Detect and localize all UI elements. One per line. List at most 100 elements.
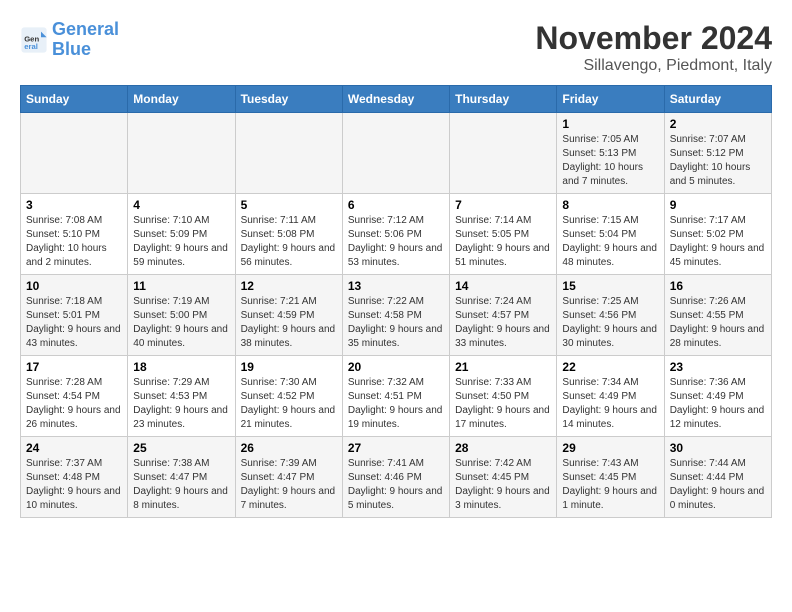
day-number: 7 <box>455 198 551 212</box>
day-info: Sunrise: 7:28 AM Sunset: 4:54 PM Dayligh… <box>26 376 122 432</box>
day-number: 26 <box>241 441 337 455</box>
day-info: Sunrise: 7:37 AM Sunset: 4:48 PM Dayligh… <box>26 457 122 513</box>
calendar-week-row: 10 Sunrise: 7:18 AM Sunset: 5:01 PM Dayli… <box>21 275 772 356</box>
day-number: 5 <box>241 198 337 212</box>
calendar-cell: 22 Sunrise: 7:34 AM Sunset: 4:49 PM Dayli… <box>557 356 664 437</box>
day-number: 19 <box>241 360 337 374</box>
weekday-header-row: Sunday Monday Tuesday Wednesday Thursday… <box>21 86 772 113</box>
day-number: 1 <box>562 117 658 131</box>
day-info: Sunrise: 7:36 AM Sunset: 4:49 PM Dayligh… <box>670 376 766 432</box>
month-title: November 2024 <box>535 20 772 57</box>
calendar-cell: 29Sunrise: 7:43 AM Sunset: 4:45 PM Dayli… <box>557 437 664 518</box>
day-info: Sunrise: 7:21 AM Sunset: 4:59 PM Dayligh… <box>241 295 337 351</box>
day-info: Sunrise: 7:33 AM Sunset: 4:50 PM Dayligh… <box>455 376 551 432</box>
calendar-week-row: 1 Sunrise: 7:05 AM Sunset: 5:13 PM Daylig… <box>21 113 772 194</box>
calendar-cell: 25Sunrise: 7:38 AM Sunset: 4:47 PM Dayli… <box>128 437 235 518</box>
calendar-cell: 27Sunrise: 7:41 AM Sunset: 4:46 PM Dayli… <box>342 437 449 518</box>
calendar-cell: 23 Sunrise: 7:36 AM Sunset: 4:49 PM Dayli… <box>664 356 771 437</box>
page-header: Gen eral General Blue November 2024 Sill… <box>20 20 772 75</box>
calendar-cell: 5 Sunrise: 7:11 AM Sunset: 5:08 PM Daylig… <box>235 194 342 275</box>
day-info: Sunrise: 7:08 AM Sunset: 5:10 PM Dayligh… <box>26 214 122 270</box>
day-info: Sunrise: 7:39 AM Sunset: 4:47 PM Dayligh… <box>241 457 337 513</box>
calendar-body: 1 Sunrise: 7:05 AM Sunset: 5:13 PM Daylig… <box>21 113 772 518</box>
calendar-cell: 30 Sunrise: 7:44 AM Sunset: 4:44 PM Dayli… <box>664 437 771 518</box>
day-info: Sunrise: 7:30 AM Sunset: 4:52 PM Dayligh… <box>241 376 337 432</box>
day-info: Sunrise: 7:34 AM Sunset: 4:49 PM Dayligh… <box>562 376 658 432</box>
calendar-cell: 6 Sunrise: 7:12 AM Sunset: 5:06 PM Daylig… <box>342 194 449 275</box>
calendar-cell: 7 Sunrise: 7:14 AM Sunset: 5:05 PM Daylig… <box>450 194 557 275</box>
day-number: 21 <box>455 360 551 374</box>
day-info: Sunrise: 7:12 AM Sunset: 5:06 PM Dayligh… <box>348 214 444 270</box>
day-info: Sunrise: 7:25 AM Sunset: 4:56 PM Dayligh… <box>562 295 658 351</box>
day-info: Sunrise: 7:26 AM Sunset: 4:55 PM Dayligh… <box>670 295 766 351</box>
day-info: Sunrise: 7:19 AM Sunset: 5:00 PM Dayligh… <box>133 295 229 351</box>
calendar-cell: 26 Sunrise: 7:39 AM Sunset: 4:47 PM Dayli… <box>235 437 342 518</box>
day-number: 6 <box>348 198 444 212</box>
calendar-header: Sunday Monday Tuesday Wednesday Thursday… <box>21 86 772 113</box>
day-info: Sunrise: 7:22 AM Sunset: 4:58 PM Dayligh… <box>348 295 444 351</box>
day-info: Sunrise: 7:10 AM Sunset: 5:09 PM Dayligh… <box>133 214 229 270</box>
day-info: Sunrise: 7:18 AM Sunset: 5:01 PM Dayligh… <box>26 295 122 351</box>
day-number: 15 <box>562 279 658 293</box>
calendar-cell <box>342 113 449 194</box>
calendar-cell: 24 Sunrise: 7:37 AM Sunset: 4:48 PM Dayli… <box>21 437 128 518</box>
calendar-cell: 9 Sunrise: 7:17 AM Sunset: 5:02 PM Daylig… <box>664 194 771 275</box>
svg-text:eral: eral <box>24 42 38 51</box>
calendar-cell: 3 Sunrise: 7:08 AM Sunset: 5:10 PM Daylig… <box>21 194 128 275</box>
day-number: 20 <box>348 360 444 374</box>
calendar-week-row: 17 Sunrise: 7:28 AM Sunset: 4:54 PM Dayli… <box>21 356 772 437</box>
calendar-cell <box>128 113 235 194</box>
header-thursday: Thursday <box>450 86 557 113</box>
day-number: 30 <box>670 441 766 455</box>
day-number: 18 <box>133 360 229 374</box>
day-info: Sunrise: 7:15 AM Sunset: 5:04 PM Dayligh… <box>562 214 658 270</box>
logo-text: General Blue <box>52 20 119 60</box>
calendar-table: Sunday Monday Tuesday Wednesday Thursday… <box>20 85 772 518</box>
calendar-cell: 17 Sunrise: 7:28 AM Sunset: 4:54 PM Dayli… <box>21 356 128 437</box>
calendar-week-row: 24 Sunrise: 7:37 AM Sunset: 4:48 PM Dayli… <box>21 437 772 518</box>
calendar-cell: 12 Sunrise: 7:21 AM Sunset: 4:59 PM Dayli… <box>235 275 342 356</box>
header-wednesday: Wednesday <box>342 86 449 113</box>
day-info: Sunrise: 7:24 AM Sunset: 4:57 PM Dayligh… <box>455 295 551 351</box>
day-number: 24 <box>26 441 122 455</box>
day-info: Sunrise: 7:17 AM Sunset: 5:02 PM Dayligh… <box>670 214 766 270</box>
day-number: 23 <box>670 360 766 374</box>
day-info: Sunrise: 7:29 AM Sunset: 4:53 PM Dayligh… <box>133 376 229 432</box>
header-monday: Monday <box>128 86 235 113</box>
header-friday: Friday <box>557 86 664 113</box>
day-number: 14 <box>455 279 551 293</box>
calendar-cell <box>450 113 557 194</box>
header-saturday: Saturday <box>664 86 771 113</box>
calendar-cell: 14 Sunrise: 7:24 AM Sunset: 4:57 PM Dayli… <box>450 275 557 356</box>
day-number: 22 <box>562 360 658 374</box>
day-number: 9 <box>670 198 766 212</box>
day-info: Sunrise: 7:44 AM Sunset: 4:44 PM Dayligh… <box>670 457 766 513</box>
logo-icon: Gen eral <box>20 26 48 54</box>
day-number: 2 <box>670 117 766 131</box>
day-info: Sunrise: 7:42 AM Sunset: 4:45 PM Dayligh… <box>455 457 551 513</box>
day-info: Sunrise: 7:41 AM Sunset: 4:46 PM Dayligh… <box>348 457 444 513</box>
calendar-cell: 4Sunrise: 7:10 AM Sunset: 5:09 PM Daylig… <box>128 194 235 275</box>
day-info: Sunrise: 7:11 AM Sunset: 5:08 PM Dayligh… <box>241 214 337 270</box>
calendar-cell <box>21 113 128 194</box>
day-number: 17 <box>26 360 122 374</box>
day-number: 16 <box>670 279 766 293</box>
calendar-cell: 8Sunrise: 7:15 AM Sunset: 5:04 PM Daylig… <box>557 194 664 275</box>
day-number: 12 <box>241 279 337 293</box>
calendar-cell: 16 Sunrise: 7:26 AM Sunset: 4:55 PM Dayli… <box>664 275 771 356</box>
calendar-cell: 1 Sunrise: 7:05 AM Sunset: 5:13 PM Daylig… <box>557 113 664 194</box>
logo: Gen eral General Blue <box>20 20 119 60</box>
day-number: 10 <box>26 279 122 293</box>
calendar-cell: 19 Sunrise: 7:30 AM Sunset: 4:52 PM Dayli… <box>235 356 342 437</box>
day-info: Sunrise: 7:32 AM Sunset: 4:51 PM Dayligh… <box>348 376 444 432</box>
calendar-cell: 11 Sunrise: 7:19 AM Sunset: 5:00 PM Dayli… <box>128 275 235 356</box>
day-info: Sunrise: 7:05 AM Sunset: 5:13 PM Dayligh… <box>562 133 658 189</box>
calendar-cell: 10 Sunrise: 7:18 AM Sunset: 5:01 PM Dayli… <box>21 275 128 356</box>
day-number: 13 <box>348 279 444 293</box>
day-number: 3 <box>26 198 122 212</box>
day-info: Sunrise: 7:43 AM Sunset: 4:45 PM Dayligh… <box>562 457 658 513</box>
calendar-cell: 28Sunrise: 7:42 AM Sunset: 4:45 PM Dayli… <box>450 437 557 518</box>
day-info: Sunrise: 7:14 AM Sunset: 5:05 PM Dayligh… <box>455 214 551 270</box>
header-tuesday: Tuesday <box>235 86 342 113</box>
day-number: 11 <box>133 279 229 293</box>
